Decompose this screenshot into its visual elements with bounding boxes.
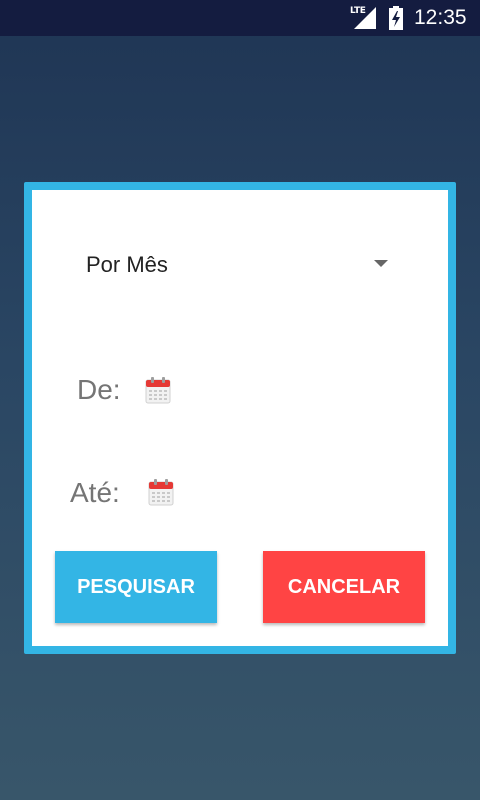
from-date-label: De: [77,374,121,405]
battery-charging-icon [389,6,403,30]
from-date-calendar-icon[interactable] [145,376,171,404]
search-dialog: Por Mês De: Até: PESQUISAR CANCELAR [24,182,456,654]
to-date-calendar-icon[interactable] [148,478,174,506]
search-button[interactable]: PESQUISAR [55,551,217,623]
cancel-button[interactable]: CANCELAR [263,551,425,623]
status-bar: LTE 12:35 [0,0,480,36]
dropdown-arrow-icon [374,260,388,267]
status-time: 12:35 [414,6,467,29]
period-spinner-value: Por Mês [86,252,168,277]
to-date-label: Até: [70,477,120,508]
signal-icon [354,7,376,29]
period-spinner[interactable]: Por Mês [86,248,396,288]
dialog-content: Por Mês De: Até: PESQUISAR CANCELAR [32,190,448,646]
